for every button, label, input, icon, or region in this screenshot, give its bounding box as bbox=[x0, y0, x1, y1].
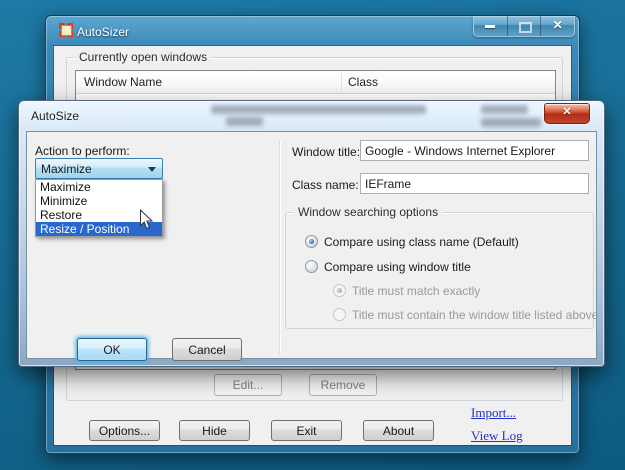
options-button[interactable]: Options... bbox=[89, 420, 160, 441]
cancel-button[interactable]: Cancel bbox=[172, 338, 242, 361]
about-button[interactable]: About bbox=[363, 420, 434, 441]
window-title-field[interactable] bbox=[360, 140, 589, 161]
action-label: Action to perform: bbox=[35, 144, 130, 158]
chevron-down-icon bbox=[148, 167, 156, 172]
radio-compare-class-name[interactable] bbox=[305, 235, 318, 248]
ok-button[interactable]: OK bbox=[77, 338, 147, 361]
exit-button[interactable]: Exit bbox=[271, 420, 342, 441]
radio-label[interactable]: Compare using window title bbox=[324, 260, 471, 274]
autosizer-app-icon bbox=[59, 23, 73, 37]
edit-button: Edit... bbox=[214, 374, 282, 396]
mouse-cursor-icon bbox=[140, 209, 154, 230]
combobox-value: Maximize bbox=[41, 162, 92, 176]
remove-button: Remove bbox=[309, 374, 377, 396]
maximize-icon bbox=[519, 22, 532, 33]
dropdown-item-maximize[interactable]: Maximize bbox=[36, 180, 162, 194]
window-title: AutoSizer bbox=[77, 25, 130, 39]
radio-label: Title must contain the window title list… bbox=[352, 308, 599, 322]
class-name-field[interactable] bbox=[360, 173, 589, 194]
desktop: AutoSizer ✕ Currently open windows Windo… bbox=[0, 0, 625, 470]
import-link[interactable]: Import... bbox=[471, 405, 516, 421]
close-button[interactable]: ✕ bbox=[541, 16, 574, 36]
view-log-link[interactable]: View Log bbox=[471, 428, 523, 444]
column-header-class[interactable]: Class bbox=[348, 75, 378, 89]
glass-reflection bbox=[481, 118, 541, 127]
radio-label: Title must match exactly bbox=[352, 284, 481, 298]
glass-reflection bbox=[211, 105, 426, 114]
groupbox-label: Currently open windows bbox=[75, 50, 212, 64]
radio-title-contain bbox=[333, 308, 346, 321]
hide-button[interactable]: Hide bbox=[179, 420, 250, 441]
panel-divider bbox=[279, 140, 280, 354]
column-divider[interactable] bbox=[341, 73, 342, 91]
action-combobox[interactable]: Maximize bbox=[35, 158, 163, 179]
glass-reflection bbox=[226, 117, 263, 126]
dropdown-item-minimize[interactable]: Minimize bbox=[36, 194, 162, 208]
window-searching-groupbox: Window searching options Compare using c… bbox=[285, 205, 598, 329]
dialog-title: AutoSize bbox=[31, 109, 80, 123]
radio-compare-window-title[interactable] bbox=[305, 260, 318, 273]
glass-reflection bbox=[481, 105, 528, 114]
dialog-content: Action to perform: Maximize Maximize Min… bbox=[26, 131, 598, 361]
maximize-button[interactable] bbox=[507, 16, 542, 36]
dialog-close-button[interactable]: ✕ bbox=[544, 103, 590, 124]
radio-title-match-exactly bbox=[333, 284, 346, 297]
minimize-icon bbox=[485, 25, 496, 28]
window-title-label: Window title: bbox=[292, 145, 361, 159]
radio-label[interactable]: Compare using class name (Default) bbox=[324, 235, 519, 249]
caption-button-group: ✕ bbox=[473, 16, 575, 37]
column-header-window-name[interactable]: Window Name bbox=[84, 75, 162, 89]
close-icon: ✕ bbox=[562, 106, 572, 118]
groupbox-label: Window searching options bbox=[294, 205, 443, 219]
class-name-label: Class name: bbox=[292, 178, 359, 192]
minimize-button[interactable] bbox=[474, 16, 508, 36]
autosize-titlebar[interactable]: AutoSize ✕ bbox=[19, 101, 604, 131]
close-icon: ✕ bbox=[552, 18, 563, 32]
autosize-dialog: AutoSize ✕ Action to perform: Maximize M… bbox=[18, 100, 605, 367]
list-header: Window Name Class bbox=[76, 71, 555, 94]
